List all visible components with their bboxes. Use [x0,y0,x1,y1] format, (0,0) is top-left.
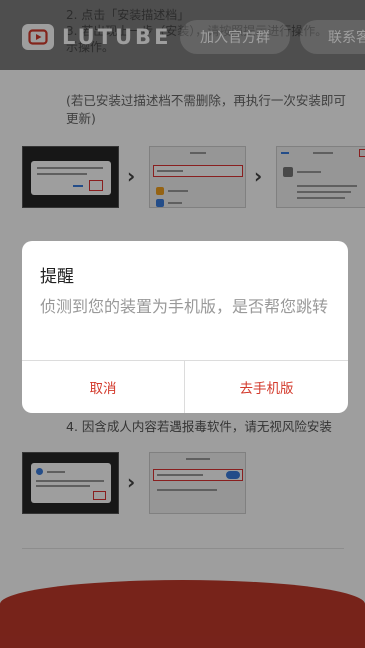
dialog-title: 提醒 [40,267,74,287]
redirect-dialog: 提醒 侦测到您的装置为手机版，是否帮您跳转 取消 去手机版 [22,241,348,413]
dialog-message: 侦测到您的装置为手机版，是否帮您跳转 [40,297,329,316]
cancel-button[interactable]: 取消 [22,361,185,413]
go-mobile-button[interactable]: 去手机版 [185,361,348,413]
